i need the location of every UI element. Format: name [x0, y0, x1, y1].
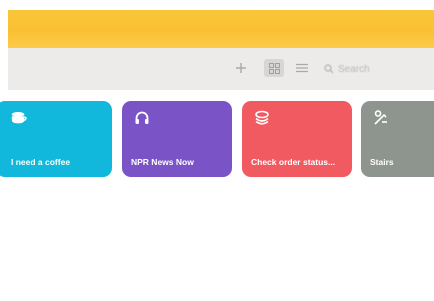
- shortcut-tile-check-order[interactable]: Check order status...: [242, 101, 352, 177]
- headphones-icon: [133, 109, 151, 127]
- shortcuts-window: I need a coffee NPR News Now Check order…: [0, 0, 434, 301]
- magnifier-icon: [324, 64, 334, 74]
- coffee-cup-icon: [10, 109, 28, 127]
- search-field[interactable]: [324, 60, 434, 78]
- search-input[interactable]: [338, 63, 418, 75]
- shortcut-label: I need a coffee: [11, 157, 71, 167]
- shortcut-tile-stairs[interactable]: Stairs: [361, 101, 434, 177]
- shortcut-tile-npr-news[interactable]: NPR News Now: [122, 101, 232, 177]
- plus-icon: [236, 63, 246, 73]
- layers-icon: [253, 109, 271, 127]
- grid-view-icon: [268, 62, 280, 74]
- grid-view-button[interactable]: [264, 59, 284, 77]
- shortcut-label: Stairs: [370, 157, 394, 167]
- add-shortcut-button[interactable]: [234, 59, 248, 77]
- list-view-icon: [296, 63, 308, 73]
- stairs-icon: [372, 109, 390, 127]
- toolbar: [8, 48, 434, 90]
- top-banner: [8, 10, 434, 48]
- shortcut-label: Check order status...: [251, 157, 336, 167]
- list-view-button[interactable]: [294, 59, 310, 77]
- shortcut-label: NPR News Now: [131, 157, 194, 167]
- shortcut-tile-coffee[interactable]: I need a coffee: [0, 101, 112, 177]
